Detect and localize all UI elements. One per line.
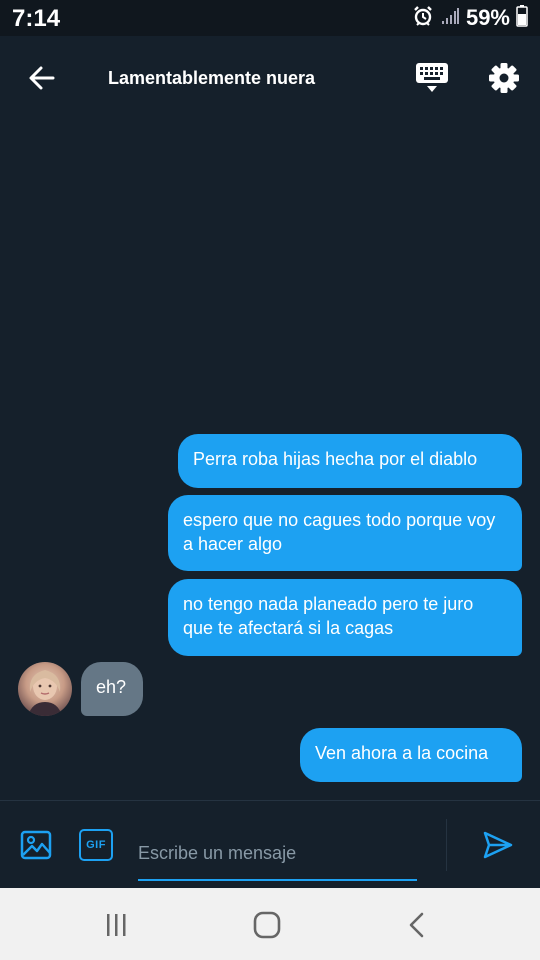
status-icons: 59% [412,4,528,32]
home-icon [253,911,281,939]
keyboard-icon [416,63,448,92]
conversation-header: Lamentablemente nuera [0,36,540,120]
status-bar: 7:14 59% [0,0,540,36]
message-bubble-outgoing[interactable]: no tengo nada planeado pero te juro que … [168,579,522,656]
contact-avatar[interactable] [18,662,72,716]
back-arrow-icon [29,66,55,90]
message-text: eh? [96,677,127,697]
message-bubble-outgoing[interactable]: Perra roba hijas hecha por el diablo [178,434,522,488]
message-text: no tengo nada planeado pero te juro que … [183,594,474,638]
gear-icon [489,63,519,93]
settings-button[interactable] [482,56,526,100]
recent-apps-button[interactable] [100,912,132,938]
system-back-button[interactable] [400,908,434,942]
send-button[interactable] [478,825,518,865]
system-navigation-bar [0,888,540,960]
image-icon [20,830,52,860]
keyboard-toggle-button[interactable] [410,56,454,100]
message-composer: GIF [0,800,540,888]
message-text: espero que no cagues todo porque voy a h… [183,510,496,554]
message-bubble-incoming[interactable]: eh? [81,662,143,716]
home-button[interactable] [250,908,284,942]
add-image-button[interactable] [18,827,54,863]
composer-divider [446,819,447,871]
status-time: 7:14 [12,5,61,32]
add-gif-button[interactable]: GIF [79,829,113,861]
signal-icon [440,6,460,31]
message-bubble-outgoing[interactable]: Ven ahora a la cocina [300,728,522,782]
battery-icon [516,4,528,32]
nav-back-icon [409,912,424,938]
recent-apps-icon [107,914,126,936]
message-text: Ven ahora a la cocina [315,743,489,763]
conversation-title: Lamentablemente nuera [108,68,316,88]
message-text: Perra roba hijas hecha por el diablo [193,449,478,469]
battery-percent: 59% [465,5,510,30]
back-button[interactable] [22,58,62,98]
message-input[interactable] [138,819,417,881]
message-bubble-outgoing[interactable]: espero que no cagues todo porque voy a h… [168,495,522,571]
send-icon [483,831,513,859]
alarm-icon [412,5,434,32]
